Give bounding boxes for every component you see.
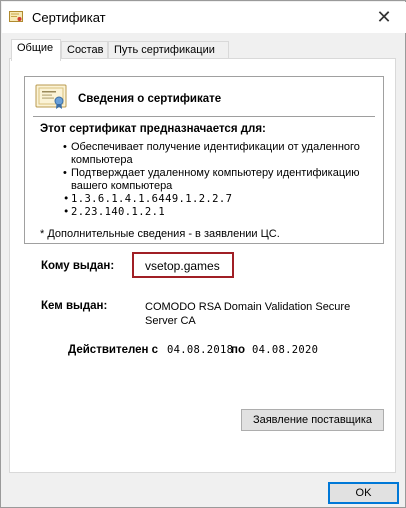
certificate-dialog: Сертификат ✕ Общие Состав Путь сертифика… (0, 0, 406, 508)
ok-button-label: OK (355, 487, 372, 499)
purpose-item: Подтверждает удаленному компьютеру идент… (63, 167, 373, 193)
ca-statement-note: * Дополнительные сведения - в заявлении … (40, 228, 280, 240)
issued-by-label: Кем выдан: (41, 300, 108, 312)
issuer-statement-button[interactable]: Заявление поставщика (241, 409, 384, 431)
issued-to-value: vsetop.games (145, 259, 220, 273)
title-bar: Сертификат ✕ (2, 2, 406, 33)
tab-general-label: Общие (17, 42, 54, 54)
issued-to-label: Кому выдан: (41, 260, 115, 272)
certificate-info-title: Сведения о сертификате (78, 93, 222, 105)
ok-button[interactable]: OK (328, 482, 399, 504)
valid-to-label: по (231, 344, 245, 356)
tab-certification-path[interactable]: Путь сертификации (108, 41, 229, 59)
tab-general[interactable]: Общие (11, 39, 61, 61)
window-title: Сертификат (32, 10, 106, 25)
issued-by-value: COMODO RSA Domain Validation Secure Serv… (145, 301, 351, 327)
issuer-statement-button-label: Заявление поставщика (252, 414, 373, 426)
purpose-header: Этот сертификат предназначается для: (40, 123, 266, 135)
certificate-large-icon (35, 84, 67, 110)
certificate-icon (9, 11, 23, 23)
certificate-info-box: Сведения о сертификате Этот сертификат п… (24, 76, 384, 244)
close-icon: ✕ (376, 7, 392, 27)
tab-certification-path-label: Путь сертификации (114, 44, 215, 56)
purpose-item: 1.3.6.1.4.1.6449.1.2.2.7 (63, 193, 373, 206)
divider (33, 116, 375, 117)
valid-to-date: 04.08.2020 (252, 344, 319, 356)
purpose-item: 2.23.140.1.2.1 (63, 206, 373, 219)
purpose-item: Обеспечивает получение идентификации от … (63, 141, 373, 167)
tab-details[interactable]: Состав (61, 41, 108, 59)
tab-details-label: Состав (67, 44, 104, 56)
valid-from-date: 04.08.2018 (167, 344, 234, 356)
close-button[interactable]: ✕ (362, 2, 406, 33)
purpose-list: Обеспечивает получение идентификации от … (63, 141, 373, 219)
valid-from-label: Действителен с (68, 344, 159, 356)
